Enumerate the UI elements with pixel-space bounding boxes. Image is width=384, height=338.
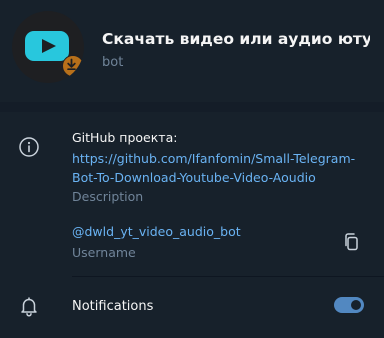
info-icon: [18, 136, 40, 158]
description-label: Description: [72, 189, 144, 204]
github-link[interactable]: https://github.com/Ifanfomin/Small-Teleg…: [72, 149, 372, 187]
username-label: Username: [72, 245, 136, 260]
row-divider: [72, 276, 384, 277]
bot-avatar[interactable]: [12, 11, 84, 83]
notifications-toggle[interactable]: [334, 297, 364, 313]
github-label: GitHub проекта:: [72, 130, 178, 145]
profile-header: Скачать видео или аудио юту... bot: [0, 0, 384, 98]
bot-title: Скачать видео или аудио юту...: [102, 30, 370, 48]
bot-profile-panel: Скачать видео или аудио юту... bot GitHu…: [0, 0, 384, 338]
notifications-label: Notifications: [72, 299, 154, 314]
bell-icon: [18, 295, 40, 317]
play-triangle: [42, 39, 56, 53]
username-link[interactable]: @dwld_yt_video_audio_bot: [72, 224, 241, 239]
bot-subtitle: bot: [102, 55, 124, 70]
download-badge-icon: [62, 55, 84, 77]
toggle-knob: [349, 298, 363, 312]
copy-icon[interactable]: [342, 232, 362, 252]
section-separator: [0, 102, 384, 112]
